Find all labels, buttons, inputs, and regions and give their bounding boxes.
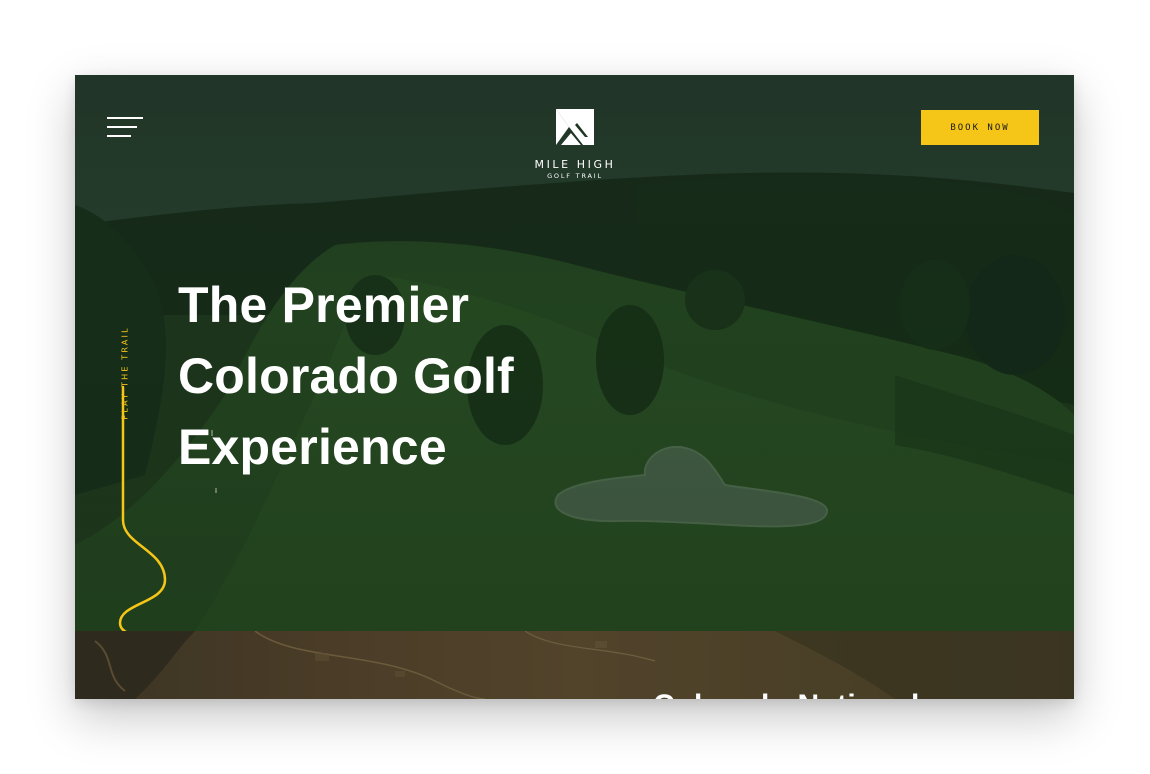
hero-headline: The Premier Colorado Golf Experience [178, 270, 514, 483]
section-heading-partial: Colorado National [653, 689, 920, 699]
hamburger-menu-icon[interactable] [107, 117, 145, 139]
headline-line-1: The Premier [178, 277, 470, 333]
headline-line-3: Experience [178, 419, 447, 475]
hero-section: MILE HIGH GOLF TRAIL BOOK NOW PLAY THE T… [75, 75, 1074, 631]
logo-title: MILE HIGH [534, 158, 616, 171]
logo-subtitle: GOLF TRAIL [547, 172, 603, 180]
website-frame: MILE HIGH GOLF TRAIL BOOK NOW PLAY THE T… [75, 75, 1074, 699]
next-section-map: Colorado National [75, 631, 1074, 699]
book-now-button[interactable]: BOOK NOW [921, 110, 1039, 145]
site-logo[interactable]: MILE HIGH GOLF TRAIL [525, 109, 625, 180]
headline-line-2: Colorado Golf [178, 348, 514, 404]
topographic-map-background [75, 631, 1074, 699]
play-the-trail-label[interactable]: PLAY THE TRAIL [121, 326, 130, 419]
mountain-logo-icon [556, 109, 594, 145]
